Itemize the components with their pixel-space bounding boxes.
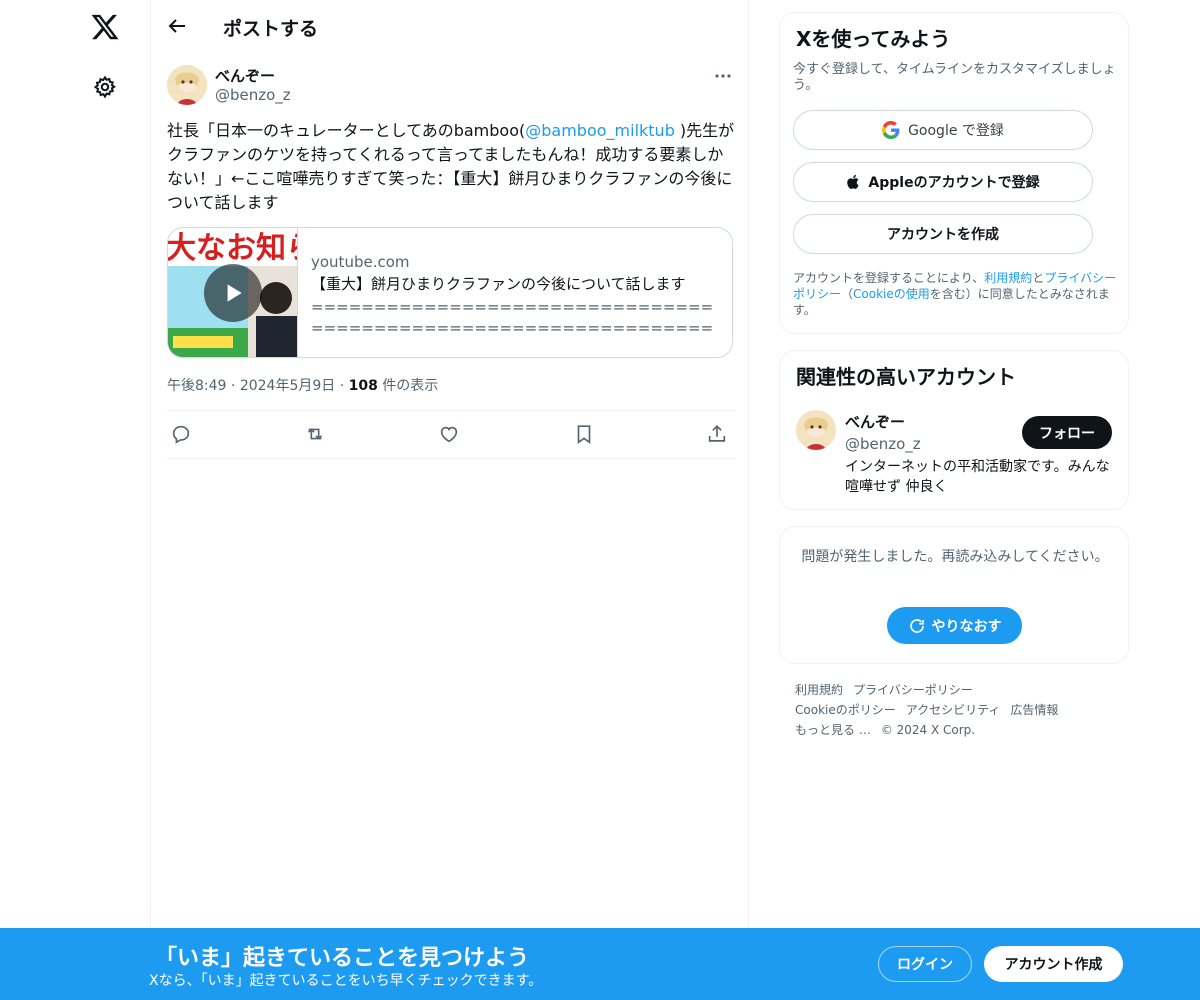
share-icon[interactable] xyxy=(706,423,730,447)
footer-link[interactable]: 広告情報 xyxy=(1010,703,1058,717)
card-domain: youtube.com xyxy=(311,253,410,271)
login-button[interactable]: ログイン xyxy=(878,946,972,982)
main-column: ポストする べんぞー @benzo_z 社長「日本一のキュレーターとしてあのba… xyxy=(150,0,749,1000)
error-panel: 問題が発生しました。再読み込みしてください。 やりなおす xyxy=(779,526,1129,664)
terms-link[interactable]: 利用規約 xyxy=(984,271,1032,285)
footer-link[interactable]: アクセシビリティ xyxy=(906,703,1001,717)
google-signup-button[interactable]: Google で登録 xyxy=(793,110,1093,150)
page-header: ポストする xyxy=(151,0,750,53)
apple-icon xyxy=(846,173,862,191)
apple-signup-label: Appleのアカウントで登録 xyxy=(868,175,1040,191)
views-count: 108 xyxy=(348,378,378,394)
post-actions xyxy=(167,410,735,459)
copyright: © 2024 X Corp. xyxy=(880,723,976,737)
bookmark-icon[interactable] xyxy=(573,423,597,447)
gear-icon[interactable] xyxy=(93,75,117,99)
cookie-link[interactable]: Cookieの使用 xyxy=(853,287,930,301)
terms-paren: （ xyxy=(841,287,854,301)
avatar[interactable] xyxy=(796,410,836,450)
reply-icon[interactable] xyxy=(170,423,194,447)
more-icon[interactable] xyxy=(711,64,735,88)
footer-link[interactable]: もっと見る … xyxy=(795,723,871,737)
post-meta: 午後8:49 · 2024年5月9日 · 108 件の表示 xyxy=(167,375,438,395)
bottom-bar-subtitle: Xなら、「いま」起きていることをいち早くチェックできます。 xyxy=(149,973,543,989)
x-logo-icon[interactable] xyxy=(90,12,120,42)
terms-prefix: アカウントを登録することにより、 xyxy=(793,271,985,285)
related-account-bio: インターネットの平和活動家です。みんな喧嘩せず 仲良く xyxy=(845,459,1110,495)
bottom-bar-title: 「いま」起きていることを見つけよう xyxy=(155,946,530,971)
create-account-label: アカウントを作成 xyxy=(887,227,999,243)
signup-button[interactable]: アカウント作成 xyxy=(984,946,1123,982)
error-message: 問題が発生しました。再読み込みしてください。 xyxy=(801,549,1109,565)
footer-link[interactable]: プライバシーポリシー xyxy=(853,683,973,697)
meta-separator: · xyxy=(230,378,240,394)
left-nav xyxy=(0,0,150,1000)
svg-text:大なお知ら: 大なお知ら xyxy=(168,231,298,266)
create-account-button[interactable]: アカウントを作成 xyxy=(793,214,1093,254)
follow-button[interactable]: フォロー xyxy=(1022,416,1112,449)
author-name[interactable]: べんぞー xyxy=(215,65,275,86)
author-handle[interactable]: @benzo_z xyxy=(215,86,291,104)
link-card[interactable]: 大なお知ら youtube.com 【重大】餅月ひまりクラファンの今後について話… xyxy=(167,227,733,358)
mention-link[interactable]: @bamboo_milktub xyxy=(525,121,675,140)
like-icon[interactable] xyxy=(438,423,462,447)
post-time[interactable]: 午後8:49 xyxy=(167,378,226,394)
google-icon xyxy=(882,121,900,139)
video-thumbnail[interactable]: 大なお知ら xyxy=(168,228,298,357)
card-title: 【重大】餅月ひまりクラファンの今後について話します xyxy=(311,275,686,293)
terms-text: アカウントを登録することにより、利用規約とプライバシーポリシー（Cookieの使… xyxy=(793,270,1121,318)
retry-button[interactable]: やりなおす xyxy=(887,607,1022,644)
post-date[interactable]: 2024年5月9日 xyxy=(240,378,335,394)
page-title: ポストする xyxy=(223,18,319,40)
refresh-icon xyxy=(908,617,926,635)
signup-title: Xを使ってみよう xyxy=(796,27,951,51)
related-account-handle[interactable]: @benzo_z xyxy=(845,435,921,453)
signup-panel: Xを使ってみよう 今すぐ登録して、タイムラインをカスタマイズしましょう。 Goo… xyxy=(779,12,1129,334)
terms-and: と xyxy=(1032,271,1045,285)
post-text-before: 社長「日本一のキュレーターとしてあのbamboo( xyxy=(167,121,526,140)
card-description: ========================================… xyxy=(311,298,714,337)
repost-icon[interactable] xyxy=(304,423,328,447)
meta-separator: · xyxy=(339,378,349,394)
apple-signup-button[interactable]: Appleのアカウントで登録 xyxy=(793,162,1093,202)
avatar[interactable] xyxy=(167,65,207,105)
footer-link[interactable]: 利用規約 xyxy=(795,683,843,697)
retry-label: やりなおす xyxy=(931,618,1002,635)
footer-links: 利用規約 プライバシーポリシー Cookieのポリシー アクセシビリティ 広告情報 も… xyxy=(795,680,1125,740)
related-account-name[interactable]: べんぞー xyxy=(845,411,905,432)
related-title: 関連性の高いアカウント xyxy=(796,365,1016,389)
card-body: youtube.com 【重大】餅月ひまりクラファンの今後について話します ==… xyxy=(311,252,721,339)
google-signup-label: Google で登録 xyxy=(908,123,1004,139)
post-text: 社長「日本一のキュレーターとしてあのbamboo(@bamboo_milktub… xyxy=(167,119,735,215)
related-accounts-panel: 関連性の高いアカウント べんぞー @benzo_z フォロー インターネットの平… xyxy=(779,350,1129,510)
post-author: べんぞー @benzo_z xyxy=(167,64,735,108)
bottom-signup-bar: 「いま」起きていることを見つけよう Xなら、「いま」起きていることをいち早くチェ… xyxy=(0,928,1200,1000)
arrow-left-icon[interactable] xyxy=(165,14,189,38)
signup-subtitle: 今すぐ登録して、タイムラインをカスタマイズしましょう。 xyxy=(793,62,1116,93)
footer-link[interactable]: Cookieのポリシー xyxy=(795,703,896,717)
views-label: 件の表示 xyxy=(377,378,439,394)
play-icon[interactable] xyxy=(204,264,262,322)
